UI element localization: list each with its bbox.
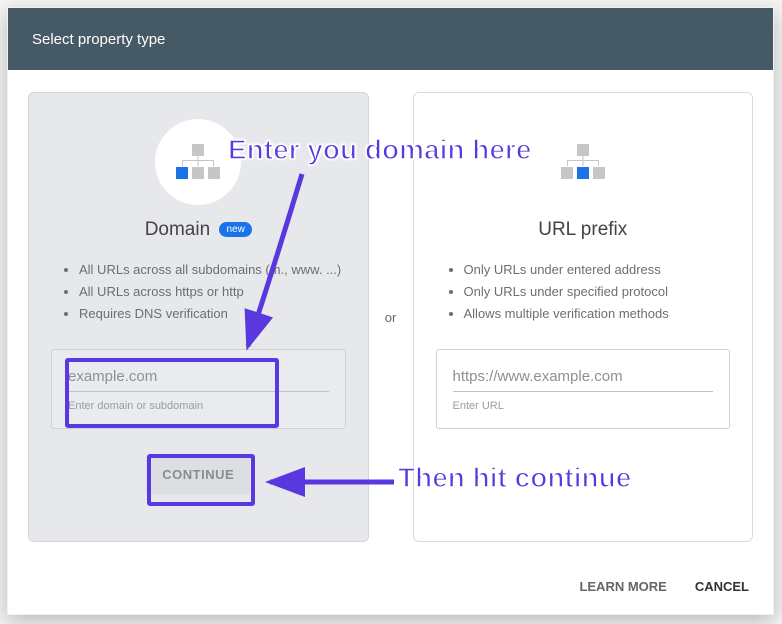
learn-more-link[interactable]: LEARN MORE — [579, 579, 666, 594]
select-property-modal: Select property type Domain new All URLs… — [7, 7, 774, 615]
domain-card[interactable]: Domain new All URLs across all subdomain… — [28, 92, 369, 542]
sitemap-icon — [174, 144, 222, 180]
modal-footer: LEARN MORE CANCEL — [8, 558, 773, 614]
urlprefix-card-title: URL prefix — [436, 219, 731, 241]
domain-input-box: Enter domain or subdomain — [51, 349, 346, 429]
domain-icon-circle — [155, 119, 241, 205]
bullet-item: Only URLs under entered address — [464, 259, 731, 281]
urlprefix-input-box: Enter URL — [436, 349, 731, 429]
urlprefix-input-caption: Enter URL — [453, 400, 714, 412]
domain-input-caption: Enter domain or subdomain — [68, 400, 329, 412]
domain-title-text: Domain — [145, 219, 210, 240]
modal-header: Select property type — [8, 8, 773, 70]
domain-bullets: All URLs across all subdomains (m., www.… — [51, 259, 346, 325]
new-badge: new — [219, 222, 251, 237]
urlprefix-input[interactable] — [453, 366, 714, 392]
bullet-item: Only URLs under specified protocol — [464, 281, 731, 303]
bullet-item: All URLs across https or http — [79, 281, 346, 303]
cancel-button[interactable]: CANCEL — [695, 579, 749, 594]
domain-card-title: Domain new — [51, 219, 346, 241]
continue-button[interactable]: CONTINUE — [146, 455, 250, 494]
urlprefix-icon-circle — [540, 119, 626, 205]
urlprefix-card[interactable]: URL prefix Only URLs under entered addre… — [413, 92, 754, 542]
bullet-item: All URLs across all subdomains (m., www.… — [79, 259, 346, 281]
domain-input[interactable] — [68, 366, 329, 392]
or-separator: or — [369, 92, 413, 542]
sitemap-icon — [559, 144, 607, 180]
urlprefix-title-text: URL prefix — [538, 219, 627, 240]
modal-title: Select property type — [32, 31, 165, 48]
bullet-item: Requires DNS verification — [79, 303, 346, 325]
bullet-item: Allows multiple verification methods — [464, 303, 731, 325]
urlprefix-bullets: Only URLs under entered address Only URL… — [436, 259, 731, 325]
modal-body: Domain new All URLs across all subdomain… — [8, 70, 773, 542]
